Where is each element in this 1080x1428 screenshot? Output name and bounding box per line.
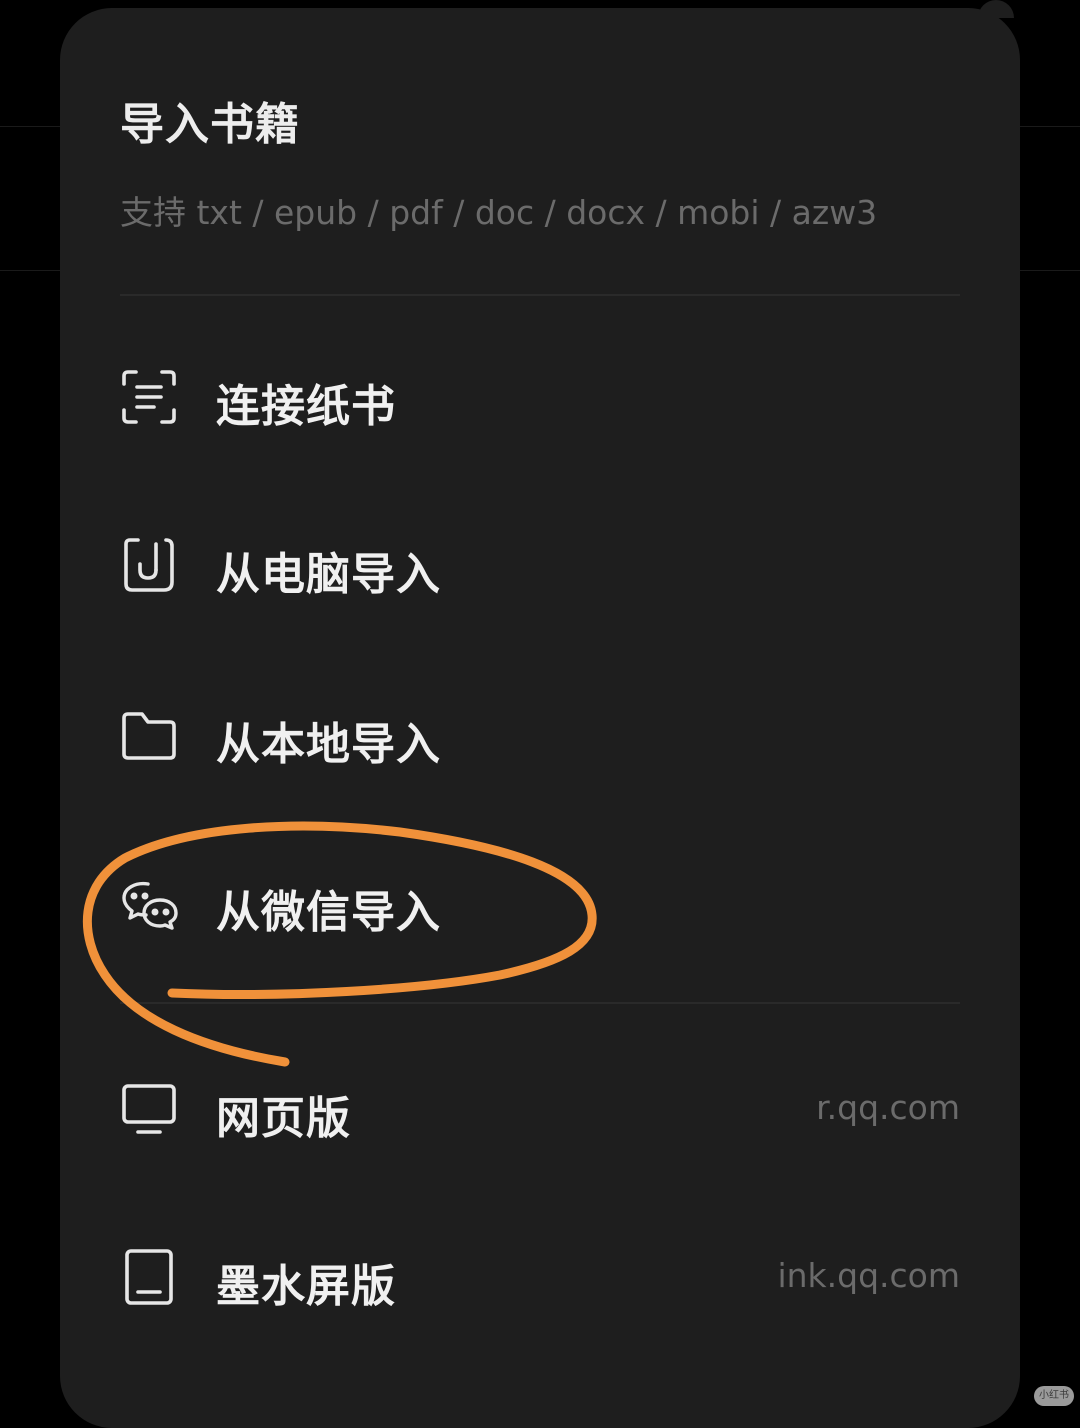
tablet-icon: [120, 1248, 178, 1306]
popover-arrow: [978, 0, 1014, 18]
menu-item-eink-version[interactable]: 墨水屏版 ink.qq.com: [120, 1226, 960, 1326]
menu-item-label: 从本地导入: [216, 719, 441, 770]
menu-item-label: 墨水屏版: [216, 1261, 396, 1312]
header-divider: [120, 294, 960, 296]
scan-icon: [120, 368, 178, 426]
menu-item-label: 从电脑导入: [216, 549, 441, 600]
menu-item-import-from-local[interactable]: 从本地导入: [120, 684, 960, 784]
section-divider: [120, 1002, 960, 1004]
web-version-url[interactable]: r.qq.com: [816, 1088, 960, 1127]
import-books-dialog: 导入书籍 支持 txt / epub / pdf / doc / docx / …: [60, 0, 1020, 1428]
menu-item-import-from-computer[interactable]: 从电脑导入: [120, 514, 960, 614]
monitor-icon: [120, 1080, 178, 1138]
menu-item-import-from-wechat[interactable]: 从微信导入: [120, 852, 960, 952]
folder-icon: [120, 706, 178, 764]
menu-item-label: 从微信导入: [216, 887, 441, 938]
menu-item-label: 连接纸书: [216, 381, 396, 432]
supported-formats-text: 支持 txt / epub / pdf / doc / docx / mobi …: [120, 193, 878, 232]
menu-item-label: 网页版: [216, 1093, 351, 1144]
menu-item-connect-paper-book[interactable]: 连接纸书: [120, 346, 960, 446]
eink-version-url[interactable]: ink.qq.com: [777, 1256, 960, 1295]
menu-item-web-version[interactable]: 网页版 r.qq.com: [120, 1058, 960, 1158]
watermark-logo: 小红书: [1034, 1386, 1074, 1406]
dialog-title: 导入书籍: [120, 99, 300, 150]
wechat-icon: [120, 874, 178, 932]
clip-upload-icon: [120, 536, 178, 594]
